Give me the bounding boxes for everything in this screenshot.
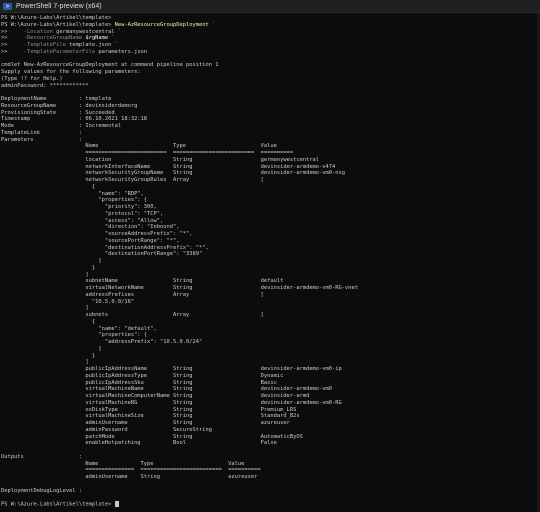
terminal-text: subnets Array [ <box>1 312 264 318</box>
terminal-text: "direction": "Inbound", <box>1 224 180 231</box>
terminal-text: parameters.json <box>95 48 148 55</box>
terminal-text: "sourcePortRange": "*", <box>1 237 180 244</box>
terminal-text: "name": "default", <box>1 325 157 332</box>
terminal-text: adminPassword SecureString <box>1 426 212 433</box>
terminal-line: adminPassword: ************ <box>1 83 89 90</box>
terminal-text: virtualMachineName String devinsider-arm… <box>1 386 333 393</box>
terminal-text: -Location <box>23 28 53 35</box>
terminal-text: ` <box>114 42 118 48</box>
terminal-text: } <box>1 352 96 359</box>
terminal-text: "protocol": "TCP", <box>1 210 164 217</box>
terminal-text: } <box>1 264 96 271</box>
terminal-text: ` <box>117 28 122 35</box>
terminal-output[interactable]: PS W:\Azure-Labs\Artikel\template> PS W:… <box>1 15 538 509</box>
terminal-text: PS W:\Azure-Labs\Artikel\template> <box>1 501 115 508</box>
terminal-line: enableHotpatching Bool False <box>1 440 277 447</box>
terminal-text: adminPassword: ************ <box>1 82 89 89</box>
terminal-line: DeploymentDebugLogLevel : <box>1 488 82 495</box>
terminal-text: germanywestcentral <box>52 28 118 35</box>
terminal-text: location String germanywestcentral <box>1 156 320 163</box>
terminal-line: PS W:\Azure-Labs\Artikel\template> <box>1 501 119 508</box>
terminal-text: -TemplateParameterFile <box>23 48 96 55</box>
title-bar: > PowerShell 7-preview (x64) <box>0 0 540 13</box>
terminal-text: osDiskType String Premium_LRS <box>1 406 297 413</box>
terminal-text: "properties": { <box>1 197 148 204</box>
powershell-icon: > <box>3 2 12 10</box>
terminal-text: "properties": { <box>1 332 148 339</box>
terminal-text: adminUsername String azureuser <box>1 420 290 426</box>
terminal-text: networkSecurityGroupRules Array [ <box>1 177 264 183</box>
terminal-text: "destinationAddressPrefix": "*", <box>1 244 209 251</box>
terminal-text: Outputs : <box>1 453 83 460</box>
terminal-text: Mode : Incremental <box>1 123 122 129</box>
terminal-text: template.json <box>65 42 115 48</box>
terminal-text: } <box>1 345 102 352</box>
terminal-line: >> -TemplateParameterFile parameters.jso… <box>1 49 147 56</box>
terminal-text: >> <box>1 28 24 35</box>
terminal-text: virtualMachineRG String devinsider-armde… <box>1 399 342 406</box>
terminal-text: DeploymentDebugLogLevel : <box>1 487 83 494</box>
terminal-text: -TemplateFile <box>23 42 66 48</box>
terminal-text: virtualMachineSize String Standard_B2s <box>1 413 300 420</box>
terminal-text: Name Type Value <box>1 460 245 467</box>
terminal-text: "priority": 300, <box>1 204 157 210</box>
powershell-window: > PowerShell 7-preview (x64) PS W:\Azure… <box>0 0 540 512</box>
terminal-text: =============== ========================… <box>1 467 261 474</box>
terminal-text: publicIpAddressSku String Basic <box>1 379 277 386</box>
terminal-text: (Type !? for Help.) <box>1 75 63 82</box>
terminal-text: Timestamp : 06.10.2021 18:32:18 <box>1 116 148 123</box>
terminal-text: "destinationPortRange": "3389" <box>1 251 203 258</box>
terminal-text: -ResourceGroupName <box>23 35 83 42</box>
terminal-text: { <box>1 183 96 190</box>
terminal-text: ResourceGroupName : devinsiderdemorg <box>1 102 138 109</box>
terminal-text: ] <box>1 359 89 366</box>
terminal-text: virtualMachineComputerName String devins… <box>1 393 310 399</box>
terminal-text: cmdlet New-AzResourceGroupDeployment at … <box>1 62 219 69</box>
terminal-text: $rgName <box>82 35 112 42</box>
terminal-text: Parameters : <box>1 136 83 143</box>
terminal-text: subnetName String default <box>1 278 284 285</box>
terminal-text: ` <box>111 35 115 42</box>
terminal-text: >> <box>1 48 24 55</box>
terminal-text: >> <box>1 42 24 48</box>
terminal-text: "10.5.0.0/16" <box>1 298 135 305</box>
terminal-text: ` <box>208 21 216 28</box>
terminal-text: ========================= ==============… <box>1 150 294 156</box>
terminal-text: addressPrefixes Array [ <box>1 291 264 298</box>
terminal-text: } <box>1 258 102 264</box>
terminal-line: adminUsername String azureuser <box>1 474 257 481</box>
terminal-text: adminUsername String azureuser <box>1 474 258 480</box>
terminal-text: DeploymentName : template <box>1 96 112 102</box>
terminal-text: ProvisioningState : Succeeded <box>1 109 115 116</box>
text-cursor <box>114 501 119 507</box>
terminal-text: patchMode String AutomaticByOS <box>1 433 303 440</box>
terminal-text: publicIpAddressType String Dynamic <box>1 372 284 379</box>
terminal-text: Name Type Value <box>1 143 277 150</box>
terminal-text: Supply values for the following paramete… <box>1 69 141 75</box>
terminal-text: "name": "RDP", <box>1 190 144 197</box>
terminal-text: { <box>1 318 96 325</box>
terminal-text: networkInterfaceName String devinsider-a… <box>1 163 336 170</box>
terminal-text: "addressPrefix": "10.5.0.0/24" <box>1 339 203 345</box>
terminal-text: virtualNetworkName String devinsider-arm… <box>1 285 358 291</box>
terminal-text: PS W:\Azure-Labs\Artikel\template> <box>1 21 115 28</box>
terminal-text: TemplateLink : <box>1 129 83 136</box>
terminal-text: PS W:\Azure-Labs\Artikel\template> <box>1 15 115 21</box>
window-title: PowerShell 7-preview (x64) <box>16 2 102 10</box>
terminal-text: ] <box>1 305 89 312</box>
terminal-text: publicIpAddressName String devinsider-ar… <box>1 366 342 372</box>
terminal-text: "access": "Allow", <box>1 217 164 224</box>
terminal-text: ] <box>1 271 89 278</box>
terminal-text: enableHotpatching Bool False <box>1 440 277 447</box>
terminal-text: New-AzResourceGroupDeployment <box>114 21 209 28</box>
terminal-text: networkSecurityGroupName String devinsid… <box>1 170 346 177</box>
terminal-text: >> <box>1 35 24 42</box>
terminal-text: "sourceAddressPrefix": "*", <box>1 231 193 237</box>
